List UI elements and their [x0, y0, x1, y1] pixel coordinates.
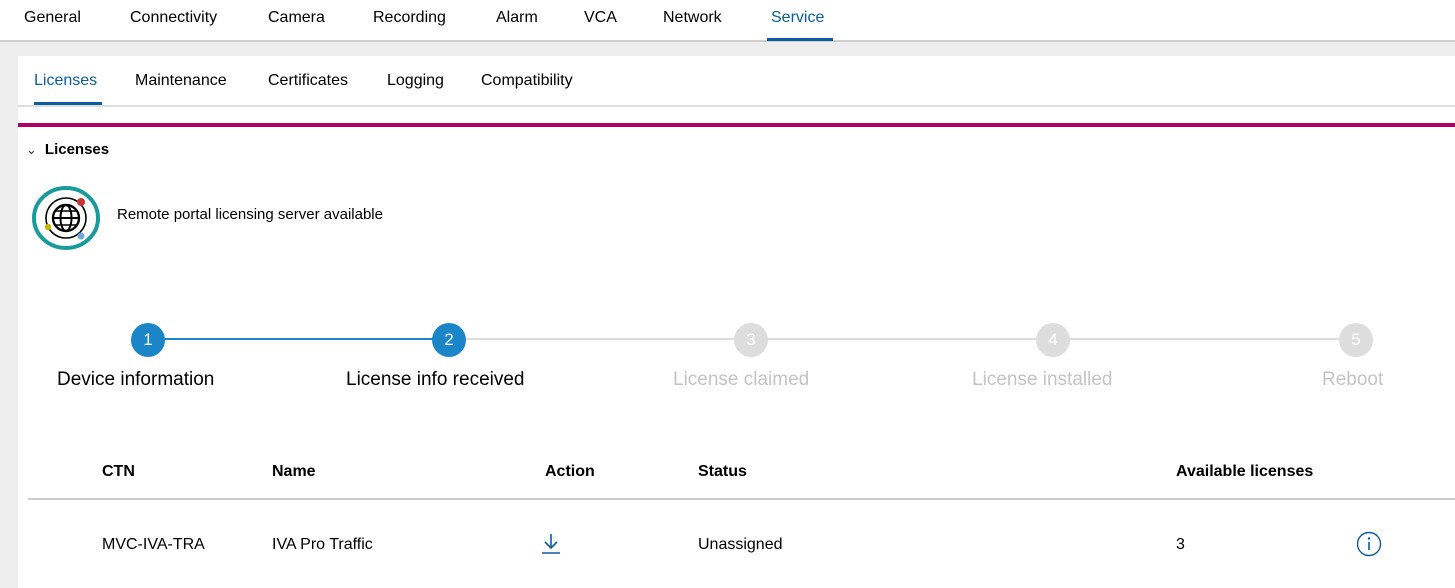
license-stepper: 1 2 3 4 5 Device information License inf…: [18, 321, 1455, 401]
tab-network[interactable]: Network: [663, 9, 722, 27]
download-icon[interactable]: [540, 532, 562, 556]
subtab-licenses[interactable]: Licenses: [34, 72, 97, 90]
step-3-circle: 3: [734, 323, 768, 357]
step-connector: [466, 338, 1356, 340]
tab-vca[interactable]: VCA: [584, 9, 617, 27]
active-subtab-indicator: [34, 102, 102, 105]
licenses-section-toggle[interactable]: ⌄ Licenses: [26, 141, 109, 158]
active-tab-indicator: [767, 38, 833, 41]
column-header-available-licenses: Available licenses: [1176, 463, 1314, 480]
step-1-circle: 1: [131, 323, 165, 357]
column-header-action: Action: [545, 463, 595, 480]
tab-recording[interactable]: Recording: [373, 9, 446, 27]
step-2-label: License info received: [346, 369, 525, 390]
cell-available-licenses: 3: [1176, 536, 1185, 553]
subtab-certificates[interactable]: Certificates: [268, 72, 348, 90]
step-5-circle: 5: [1339, 323, 1373, 357]
cell-status: Unassigned: [698, 536, 783, 553]
top-navigation: General Connectivity Camera Recording Al…: [0, 0, 1455, 42]
subtab-compatibility[interactable]: Compatibility: [481, 72, 573, 90]
globe-icon: [32, 186, 100, 250]
subtab-logging[interactable]: Logging: [387, 72, 444, 90]
sub-navigation: Licenses Maintenance Certificates Loggin…: [18, 56, 1455, 107]
column-header-ctn: CTN: [102, 463, 135, 480]
column-header-status: Status: [698, 463, 747, 480]
step-4-circle: 4: [1036, 323, 1070, 357]
table-header-divider: [28, 498, 1455, 500]
tab-camera[interactable]: Camera: [268, 9, 325, 27]
step-2-circle: 2: [432, 323, 466, 357]
step-1-label: Device information: [57, 369, 215, 390]
portal-status-text: Remote portal licensing server available: [117, 206, 383, 223]
chevron-down-icon: ⌄: [26, 141, 37, 157]
tab-general[interactable]: General: [24, 9, 81, 27]
info-icon[interactable]: [1356, 531, 1382, 557]
subtab-maintenance[interactable]: Maintenance: [135, 72, 227, 90]
section-accent-bar: [18, 123, 1455, 127]
cell-ctn: MVC-IVA-TRA: [102, 536, 205, 553]
step-4-label: License installed: [972, 369, 1113, 390]
service-panel: Licenses Maintenance Certificates Loggin…: [18, 56, 1455, 588]
step-3-label: License claimed: [673, 369, 810, 390]
step-connector: [164, 338, 449, 340]
step-5-label: Reboot: [1322, 369, 1384, 390]
section-title: Licenses: [44, 141, 110, 158]
column-header-name: Name: [272, 463, 316, 480]
tab-connectivity[interactable]: Connectivity: [130, 9, 217, 27]
tab-service[interactable]: Service: [771, 9, 824, 27]
cell-name: IVA Pro Traffic: [272, 536, 373, 553]
tab-alarm[interactable]: Alarm: [496, 9, 538, 27]
